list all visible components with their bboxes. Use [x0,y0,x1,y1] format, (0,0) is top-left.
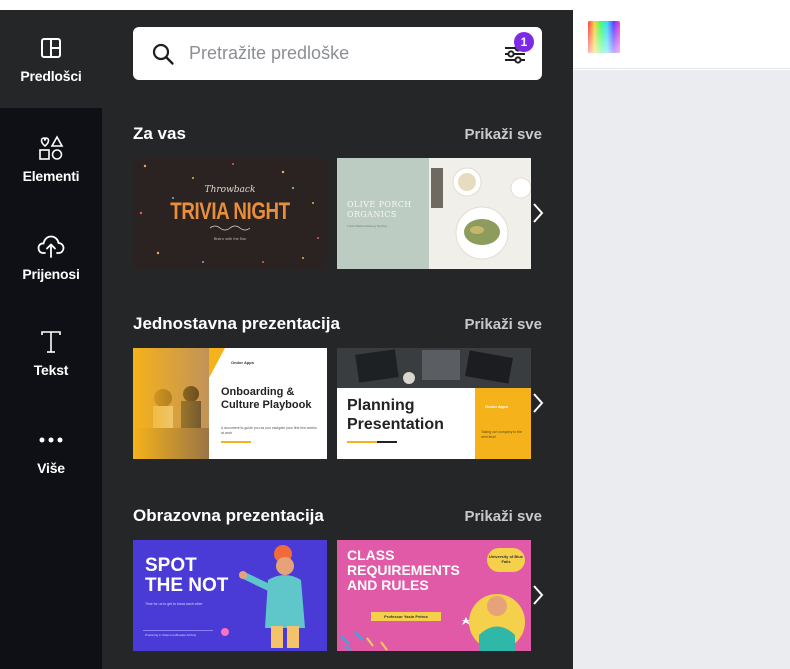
show-all-link[interactable]: Prikaži sve [464,316,542,333]
template-title: Onboarding & Culture Playbook [221,386,312,411]
rail-item-uploads[interactable]: Prijenosi [0,208,102,306]
carousel-next-button[interactable] [531,198,545,228]
section-title: Obrazovna prezentacija [133,506,324,525]
rail-item-label: Elementi [22,168,80,184]
template-thumbnail[interactable]: Throwback TRIVIA NIGHT Bistro with the B… [133,158,327,269]
template-subtitle: Fresh Market Delivery Service [347,224,388,228]
search-input[interactable]: Pretražite predloške [189,43,502,64]
upload-cloud-icon [37,232,65,260]
search-icon [151,42,175,66]
search-bar[interactable]: Pretražite predloške 1 [133,27,542,80]
template-brand: Ondor Apps [231,360,254,365]
section-educational-presentation: Obrazovna prezentacija Prikaži sve SPOT … [133,504,545,651]
section-for-you: Za vas Prikaži sve Throwback TRIVIA NIGH… [133,122,545,269]
template-title: OLIVE PORCH ORGANICS [347,200,412,219]
top-strip [0,0,573,10]
rainbow-color-icon [588,21,620,53]
section-simple-presentation: Jednostavna prezentacija Prikaži sve Ond… [133,312,545,459]
templates-panel: Pretražite predloške 1 Za vas Prikaži sv… [102,10,573,669]
chevron-right-icon [533,203,544,223]
chevron-right-icon [533,585,544,605]
show-all-link[interactable]: Prikaži sve [464,508,542,525]
section-title: Jednostavna prezentacija [133,314,340,333]
rail-item-templates[interactable]: Predlošci [0,10,102,108]
filter-count-badge: 1 [514,31,534,52]
template-thumbnail[interactable]: CLASS REQUIREMENTS AND RULES University … [337,540,531,651]
color-picker-button[interactable] [588,21,620,53]
template-thumbnail[interactable]: Planning Presentation Ondor Apps Taking … [337,348,531,459]
show-all-link[interactable]: Prikaži sve [464,126,542,143]
template-title: SPOT THE NOT [145,555,229,596]
template-title: TRIVIA NIGHT [170,198,290,225]
template-script-text: Throwback [204,185,256,195]
template-subtitle: A document to guide you as you navigate … [221,426,317,435]
rail-item-elements[interactable]: Elementi [0,110,102,208]
text-icon [37,328,65,356]
side-rail: Predlošci Elementi Prijenosi Tekst Više [0,10,102,669]
rail-item-label: Predlošci [20,68,82,84]
template-presenter: Professor Yasin Petros [384,614,428,619]
template-title: CLASS REQUIREMENTS AND RULES [347,547,460,593]
rail-item-label: Tekst [33,362,69,378]
rail-item-text[interactable]: Tekst [0,304,102,402]
rail-item-label: Više [37,460,65,476]
rail-item-more[interactable]: Više [0,402,102,500]
template-thumbnail[interactable]: OLIVE PORCH ORGANICS Fresh Market Delive… [337,158,531,269]
more-icon [37,426,65,454]
template-thumbnail[interactable]: Ondor Apps Onboarding & Culture Playbook… [133,348,327,459]
canvas-area[interactable] [573,70,790,669]
template-brand: Ondor Apps [485,404,508,409]
template-title: Planning Presentation [347,397,444,433]
section-title: Za vas [133,124,186,143]
template-footer: Practicing in Class Ice-Breaker Activity [145,633,197,637]
filter-button[interactable]: 1 [502,31,534,67]
template-subtitle: Bistro with the Bar [213,236,247,241]
elements-icon [37,134,65,162]
chevron-right-icon [533,393,544,413]
template-badge: University of Blue Falls [487,548,525,572]
carousel-next-button[interactable] [531,388,545,418]
rail-item-label: Prijenosi [22,266,80,282]
carousel-next-button[interactable] [531,580,545,610]
template-subtitle: Taking our company to the next level [481,430,523,439]
template-thumbnail[interactable]: SPOT THE NOT Time for us to get to know … [133,540,327,651]
templates-icon [37,34,65,62]
template-subtitle: Time for us to get to know each other [145,602,203,606]
